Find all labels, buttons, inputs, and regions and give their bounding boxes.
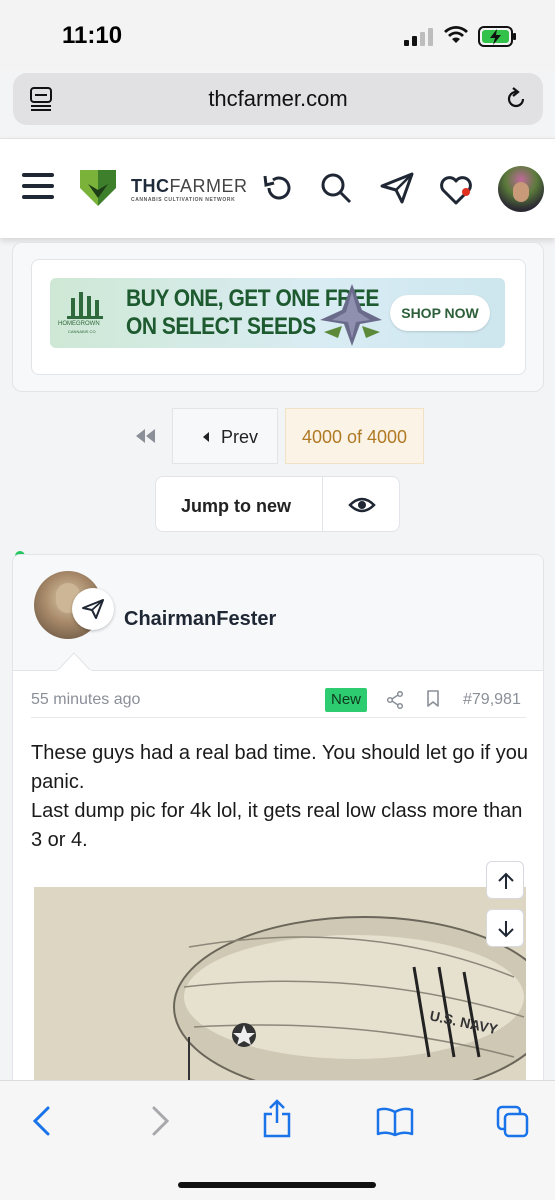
hamburger-menu-icon[interactable] bbox=[22, 173, 56, 201]
post-user-block: ChairmanFester bbox=[13, 555, 543, 671]
divider bbox=[31, 717, 526, 718]
ad-brand: HOMEGROWN bbox=[58, 321, 100, 327]
poster-username[interactable]: ChairmanFester bbox=[124, 608, 276, 631]
reload-icon[interactable] bbox=[503, 86, 529, 112]
jump-to-new-button[interactable]: Jump to new bbox=[181, 496, 291, 517]
ad-banner[interactable]: HOMEGROWN CANNABIS CO BUY ONE, GET ONE F… bbox=[50, 278, 505, 348]
send-badge[interactable] bbox=[72, 588, 114, 630]
arrow-up-icon bbox=[498, 872, 514, 889]
post-text-line: These guys had a real bad time. You shou… bbox=[31, 742, 529, 793]
tabs-icon[interactable] bbox=[496, 1105, 530, 1139]
cannabis-bud-image bbox=[320, 284, 382, 346]
share-icon[interactable] bbox=[386, 691, 404, 709]
jump-controls: Jump to new bbox=[155, 476, 400, 532]
site-header: THCFARMER CANNABIS CULTIVATION NETWORK bbox=[0, 138, 555, 238]
undo-icon[interactable] bbox=[262, 172, 294, 204]
url-bar[interactable]: thcfarmer.com bbox=[13, 73, 543, 125]
homegrown-logo-icon bbox=[67, 292, 103, 319]
browser-toolbar bbox=[0, 1080, 555, 1200]
heart-icon[interactable] bbox=[440, 175, 474, 205]
back-arrow-icon[interactable] bbox=[30, 1105, 52, 1137]
new-badge: New bbox=[325, 688, 367, 712]
user-avatar[interactable] bbox=[498, 166, 544, 212]
post-body: These guys had a real bad time. You shou… bbox=[31, 739, 531, 855]
battery-charging-icon bbox=[478, 26, 516, 47]
bookmarks-icon[interactable] bbox=[376, 1107, 414, 1137]
scroll-up-button[interactable] bbox=[486, 861, 524, 899]
ad-headline-2: ON SELECT SEEDS bbox=[126, 313, 316, 340]
forward-arrow-icon[interactable] bbox=[150, 1105, 172, 1137]
home-indicator bbox=[178, 1182, 376, 1188]
url-text[interactable]: thcfarmer.com bbox=[13, 86, 543, 112]
logo-tagline: CANNABIS CULTIVATION NETWORK bbox=[131, 197, 236, 203]
arrow-down-icon bbox=[498, 921, 514, 938]
ad-brand-sub: CANNABIS CO bbox=[68, 329, 96, 334]
caret-left-icon bbox=[203, 432, 209, 442]
thcfarmer-logo-icon[interactable] bbox=[79, 168, 117, 208]
arrow-notch bbox=[57, 652, 91, 672]
paper-plane-icon bbox=[82, 599, 104, 619]
post-timestamp[interactable]: 55 minutes ago bbox=[31, 691, 140, 709]
post-number-link[interactable]: #79,981 bbox=[463, 691, 521, 709]
current-page-indicator[interactable]: 4000 of 4000 bbox=[285, 408, 424, 464]
watch-eye-icon[interactable] bbox=[348, 495, 376, 515]
forum-post: ChairmanFester 55 minutes ago New #79,98… bbox=[12, 554, 544, 1114]
site-logo[interactable]: THCFARMER bbox=[131, 176, 248, 197]
shop-now-button[interactable]: SHOP NOW bbox=[390, 295, 490, 331]
prev-label: Prev bbox=[221, 427, 259, 447]
cellular-signal-icon bbox=[404, 28, 433, 46]
bookmark-icon[interactable] bbox=[426, 690, 440, 708]
scroll-down-button[interactable] bbox=[486, 909, 524, 947]
share-sheet-icon[interactable] bbox=[262, 1099, 292, 1139]
first-page-icon[interactable] bbox=[134, 428, 158, 444]
page-label: 4000 of 4000 bbox=[301, 427, 408, 447]
wifi-icon bbox=[444, 26, 468, 43]
prev-page-button[interactable]: Prev bbox=[172, 408, 278, 464]
status-bar: 11:10 bbox=[0, 0, 555, 70]
post-text-line: Last dump pic for 4k lol, it gets real l… bbox=[31, 800, 523, 851]
send-icon[interactable] bbox=[380, 172, 414, 204]
search-icon[interactable] bbox=[320, 172, 352, 204]
divider bbox=[322, 477, 323, 531]
ad-container: HOMEGROWN CANNABIS CO BUY ONE, GET ONE F… bbox=[12, 242, 544, 392]
status-time: 11:10 bbox=[62, 22, 123, 49]
